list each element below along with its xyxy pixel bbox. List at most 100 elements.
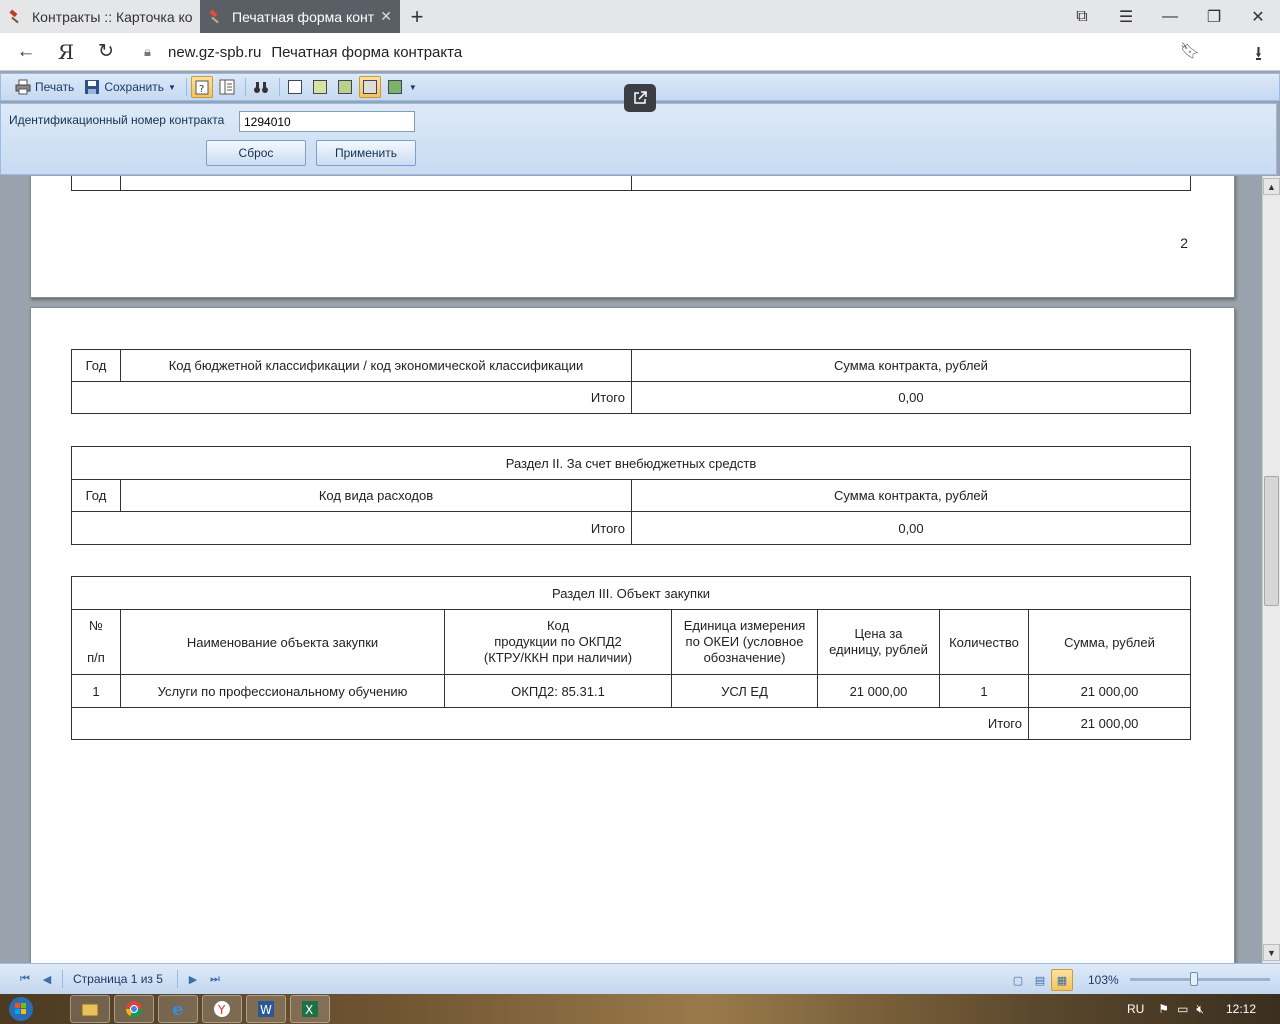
- address-bar: ← Я ↻ 🔒︎ new.gz-spb.ru Печатная форма ко…: [0, 33, 1280, 71]
- window-controls: ⧉ ☰ — ❐ ✕: [1060, 0, 1280, 33]
- explorer-taskbar-button[interactable]: [70, 995, 110, 1023]
- chrome-icon: [125, 1001, 143, 1018]
- close-window-button[interactable]: ✕: [1236, 0, 1280, 33]
- vertical-scrollbar[interactable]: ▲ ▼: [1262, 176, 1280, 963]
- system-tray: RU ⚑ ▭ 🔇︎ 12:12: [1127, 994, 1280, 1024]
- url-field[interactable]: 🔒︎ new.gz-spb.ru Печатная форма контракт…: [138, 38, 1210, 66]
- yandex-logo-icon[interactable]: Я: [46, 33, 86, 71]
- scroll-up-arrow-icon[interactable]: ▲: [1263, 178, 1280, 195]
- url-page-title: Печатная форма контракта: [271, 43, 463, 61]
- continuous-view-button[interactable]: [358, 76, 381, 98]
- excel-taskbar-button[interactable]: X: [290, 995, 330, 1023]
- report-status-bar: ⏮ ◀ Страница 1 из 5 ▶ ⏭ ▢ ▤ ▦ 103%: [0, 963, 1280, 994]
- chrome-taskbar-button[interactable]: [114, 995, 154, 1023]
- col-unit-header: Единица измерения по ОКЕИ (условное обозна…: [671, 609, 818, 675]
- volume-muted-icon[interactable]: 🔇︎: [1196, 1002, 1204, 1017]
- close-tab-icon[interactable]: ✕: [380, 8, 392, 25]
- tab-print-form[interactable]: Печатная форма контра ✕: [200, 0, 400, 33]
- single-page-view-button[interactable]: [284, 76, 306, 98]
- multi-page-mode-icon[interactable]: ▦: [1051, 969, 1073, 991]
- svg-text:Y: Y: [217, 1003, 226, 1017]
- open-in-new-window-button[interactable]: [624, 84, 656, 112]
- toolbar-separator: [185, 78, 187, 96]
- browser-tab-bar: Контракты :: Карточка кон Печатная форма…: [0, 0, 1280, 33]
- section3-title: Раздел III. Объект закупки: [71, 576, 1191, 610]
- page-info: Страница 1 из 5: [73, 972, 163, 986]
- col-sum-header: Сумма, рублей: [1028, 609, 1191, 675]
- next-page-icon[interactable]: ▶: [182, 968, 204, 990]
- download-icon[interactable]: ⭳: [1255, 39, 1262, 73]
- floppy-disk-icon: [85, 80, 100, 94]
- page-width-icon: [312, 80, 327, 94]
- back-arrow-icon[interactable]: ←: [6, 33, 46, 71]
- flag-icon[interactable]: ⚑: [1158, 1002, 1169, 1016]
- bookmark-icon[interactable]: 🔖︎: [1180, 41, 1200, 61]
- col-unit-line: обозначение): [703, 650, 786, 665]
- total-value: 0,00: [631, 381, 1191, 414]
- tab-title: Контракты :: Карточка кон: [32, 8, 192, 25]
- search-button[interactable]: [250, 76, 272, 98]
- total-label: Итого: [71, 381, 632, 414]
- col-sum-header: Сумма контракта, рублей: [631, 349, 1191, 382]
- col-price-line: единицу, рублей: [829, 642, 928, 657]
- col-num-header: № п/п: [71, 609, 121, 675]
- single-page-mode-icon[interactable]: ▢: [1007, 969, 1029, 991]
- zoom-slider-track[interactable]: [1130, 978, 1270, 981]
- reload-icon[interactable]: ↻: [86, 33, 126, 71]
- status-separator: [62, 970, 63, 988]
- first-page-icon[interactable]: ⏮: [14, 968, 36, 990]
- clock[interactable]: 12:12: [1226, 1002, 1256, 1016]
- row-qty: 1: [939, 674, 1029, 708]
- tab-title: Печатная форма контра: [232, 8, 375, 25]
- save-button[interactable]: Сохранить ▼: [80, 76, 180, 98]
- col-num-line: п/п: [87, 650, 105, 665]
- document-map-button[interactable]: [216, 76, 238, 98]
- yandex-browser-taskbar-button[interactable]: Y: [202, 995, 242, 1023]
- language-indicator[interactable]: RU: [1127, 1002, 1144, 1016]
- network-icon[interactable]: ▭: [1177, 1002, 1188, 1016]
- start-button[interactable]: [0, 994, 42, 1024]
- windows-logo-icon: [9, 997, 33, 1021]
- prev-page-icon[interactable]: ◀: [36, 968, 58, 990]
- toolbar-separator: [278, 78, 280, 96]
- apply-button[interactable]: Применить: [316, 140, 416, 166]
- binoculars-icon: [253, 82, 268, 93]
- svg-text:?: ?: [199, 84, 204, 95]
- row-code: ОКПД2: 85.31.1: [444, 674, 672, 708]
- contract-id-input[interactable]: [239, 111, 415, 132]
- reset-button[interactable]: Сброс: [206, 140, 306, 166]
- minimize-button[interactable]: —: [1148, 0, 1192, 33]
- col-unit-line: по ОКЕИ (условное: [685, 634, 804, 649]
- parameters-toggle-button[interactable]: ?: [190, 76, 213, 98]
- section3-table: Раздел III. Объект закупки № п/п Наименов…: [71, 576, 1191, 740]
- dropdown-arrow-icon[interactable]: ▼: [409, 83, 417, 92]
- gavel-icon: [209, 9, 219, 23]
- two-pages-view-button[interactable]: [334, 76, 356, 98]
- zoom-slider-thumb[interactable]: [1190, 972, 1199, 986]
- printer-icon: [15, 79, 31, 95]
- last-page-icon[interactable]: ⏭: [204, 968, 226, 990]
- print-button[interactable]: Печать: [11, 76, 78, 98]
- scrollbar-thumb[interactable]: [1264, 476, 1279, 606]
- restore-button[interactable]: ❐: [1192, 0, 1236, 33]
- word-taskbar-button[interactable]: W: [246, 995, 286, 1023]
- single-page-icon: [287, 80, 302, 94]
- multi-page-view-button[interactable]: [384, 76, 406, 98]
- toolbar-separator: [244, 78, 246, 96]
- ie-taskbar-button[interactable]: e: [158, 995, 198, 1023]
- page-number: 2: [1180, 235, 1188, 251]
- yandex-browser-icon: Y: [214, 1001, 230, 1017]
- tab-contract-card[interactable]: Контракты :: Карточка кон: [0, 0, 200, 33]
- new-tab-button[interactable]: +: [400, 0, 434, 33]
- section2-table: Раздел II. За счет внебюджетных средств …: [71, 446, 1191, 545]
- scroll-down-arrow-icon[interactable]: ▼: [1263, 944, 1280, 961]
- excel-icon: X: [302, 1001, 318, 1017]
- bookmarks-panel-icon[interactable]: ⧉: [1060, 0, 1104, 33]
- page-width-view-button[interactable]: [309, 76, 331, 98]
- continuous-mode-icon[interactable]: ▤: [1029, 969, 1051, 991]
- folder-icon: [81, 1003, 99, 1017]
- total-value: 21 000,00: [1028, 707, 1191, 740]
- parameters-panel: Идентификационный номер контракта Сброс …: [0, 103, 1277, 175]
- col-name-header: Наименование объекта закупки: [120, 609, 445, 675]
- menu-icon[interactable]: ☰: [1104, 0, 1148, 33]
